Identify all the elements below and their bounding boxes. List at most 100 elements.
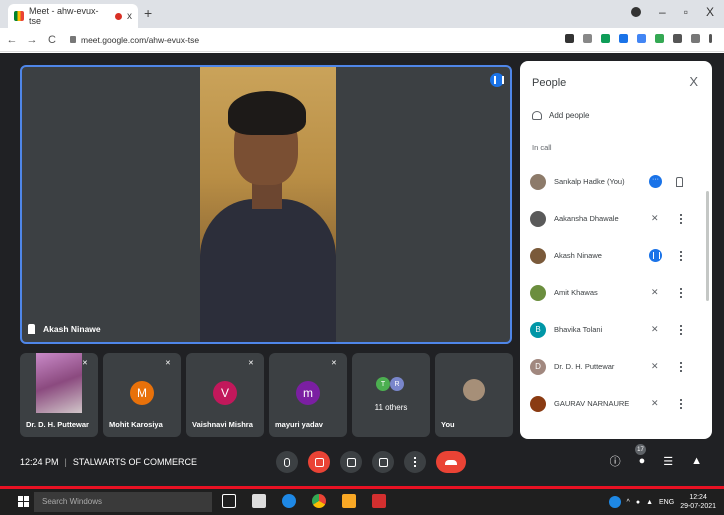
thumbnail-tile[interactable]: ✕ Dr. D. H. Puttewar — [20, 353, 98, 437]
star-icon[interactable] — [583, 34, 592, 43]
thumbnail-name: Dr. D. H. Puttewar — [26, 420, 89, 429]
avatar: D — [530, 358, 546, 375]
panel-scrollbar[interactable] — [706, 191, 709, 301]
participant-name: Sankalp Hadke (You) — [554, 177, 625, 186]
add-people-button[interactable]: Add people — [532, 111, 589, 120]
more-options-icon[interactable] — [680, 324, 682, 335]
restore-button[interactable]: ▫ — [684, 5, 688, 19]
chrome-icon[interactable] — [312, 494, 326, 508]
main-video-tile[interactable]: Akash Ninawe — [20, 65, 512, 344]
participant-photo — [36, 353, 82, 413]
window-controls: – ▫ X — [631, 5, 714, 19]
windows-taskbar: Search Windows ^ ● ▲ ENG 12:24 29-07-202… — [0, 489, 724, 515]
clock-date: 29-07-2021 — [680, 503, 716, 510]
meeting-details: 12:24 PM | STALWARTS OF COMMERCE — [20, 457, 197, 467]
microphone-button[interactable] — [276, 451, 298, 473]
captions-button[interactable] — [340, 451, 362, 473]
others-avatars: T R — [376, 377, 404, 391]
participant-row[interactable]: B Bhavika Tolani ✕ — [520, 311, 704, 348]
avatar: m — [296, 381, 320, 405]
avatar: V — [213, 381, 237, 405]
others-tile[interactable]: T R 11 others — [352, 353, 430, 437]
keyboard-language[interactable]: ENG — [659, 499, 674, 506]
extension-icon[interactable] — [601, 34, 610, 43]
more-options-button[interactable] — [404, 451, 426, 473]
main-tile-name: Akash Ninawe — [43, 324, 101, 334]
participant-row[interactable]: Akash Ninawe — [520, 237, 704, 274]
back-button[interactable]: ← — [4, 34, 20, 46]
extension-icons — [565, 34, 712, 43]
more-options-icon[interactable] — [680, 250, 682, 261]
leave-call-button[interactable] — [436, 451, 466, 473]
avatar-icon[interactable] — [691, 34, 700, 43]
avatar — [530, 173, 546, 190]
forward-button[interactable]: → — [24, 34, 40, 46]
mic-off-icon: ✕ — [248, 360, 254, 367]
more-options-icon[interactable] — [680, 361, 682, 372]
separator: | — [64, 457, 67, 467]
network-icon[interactable]: ● — [636, 499, 640, 506]
participant-count-badge: 17 — [635, 444, 646, 455]
avatar — [463, 379, 485, 401]
url-field[interactable]: meet.google.com/ahw-evux-tse — [70, 35, 199, 45]
close-panel-button[interactable]: X — [689, 74, 698, 89]
speaking-indicator-icon — [649, 249, 662, 262]
taskbar-search[interactable]: Search Windows — [34, 492, 212, 512]
thumbnail-tile[interactable]: ✕ V Vaishnavi Mishra — [186, 353, 264, 437]
new-tab-button[interactable]: + — [144, 5, 152, 21]
chat-button[interactable]: ☰ — [663, 455, 673, 468]
info-button[interactable]: ⓘ — [610, 453, 621, 469]
task-view-icon[interactable] — [222, 494, 236, 508]
tray-chevron-icon[interactable]: ^ — [627, 499, 630, 506]
avatar: B — [530, 321, 546, 338]
meet-favicon-icon — [14, 11, 24, 21]
present-icon — [378, 457, 388, 467]
more-options-icon[interactable] — [680, 398, 682, 409]
extension-icon[interactable] — [637, 34, 646, 43]
file-explorer-icon[interactable] — [342, 494, 356, 508]
thumbnail-strip: ✕ Dr. D. H. Puttewar ✕ M Mohit Karosiya … — [20, 353, 513, 439]
more-options-icon[interactable] — [680, 213, 682, 224]
more-options-icon[interactable] — [680, 287, 682, 298]
recording-dot-icon — [115, 12, 123, 20]
tab-close-icon[interactable]: x — [127, 11, 132, 22]
puzzle-icon[interactable] — [673, 34, 682, 43]
browser-tab[interactable]: Meet - ahw-evux-tse x — [8, 4, 138, 28]
pin-icon[interactable] — [676, 176, 683, 187]
activities-button[interactable]: ▲ — [691, 455, 702, 467]
thumbnail-tile[interactable]: ✕ M Mohit Karosiya — [103, 353, 181, 437]
avatar — [530, 247, 546, 264]
menu-icon[interactable] — [709, 34, 712, 43]
pin-icon[interactable] — [28, 324, 35, 334]
store-icon[interactable] — [252, 494, 266, 508]
more-options-icon[interactable]: ··· — [649, 175, 662, 188]
volume-icon[interactable]: ▲ — [646, 499, 653, 506]
participant-row[interactable]: D Dr. D. H. Puttewar ✕ — [520, 348, 704, 385]
edge-icon[interactable] — [282, 494, 296, 508]
reload-button[interactable]: C — [44, 34, 60, 46]
people-button[interactable]: ● — [639, 455, 646, 467]
extension-icon[interactable] — [619, 34, 628, 43]
meet-area: Akash Ninawe ✕ Dr. D. H. Puttewar ✕ M Mo… — [0, 53, 724, 486]
participant-row[interactable]: Amit Khawas ✕ — [520, 274, 704, 311]
minimize-button[interactable]: – — [659, 5, 666, 19]
camera-icon[interactable] — [565, 34, 574, 43]
screen: Meet - ahw-evux-tse x + – ▫ X ← → C meet… — [0, 0, 724, 515]
window-close-button[interactable]: X — [706, 5, 714, 19]
participant-row[interactable]: GAURAV NARNAURE ✕ — [520, 385, 704, 422]
taskbar-clock[interactable]: 12:24 29-07-2021 — [680, 493, 716, 511]
profile-icon[interactable] — [631, 7, 642, 17]
participant-row[interactable]: Aakansha Dhawale ✕ — [520, 200, 704, 237]
thumbnail-tile[interactable]: ✕ m mayuri yadav — [269, 353, 347, 437]
app-tray-icon[interactable] — [608, 496, 621, 508]
camera-off-button[interactable] — [308, 451, 330, 473]
people-panel: People X Add people In call Sankalp Hadk… — [520, 61, 712, 439]
self-tile[interactable]: You — [435, 353, 513, 437]
microphone-icon — [284, 457, 290, 467]
meeting-time: 12:24 PM — [20, 457, 59, 467]
participant-row[interactable]: Sankalp Hadke (You) ··· — [520, 163, 704, 200]
windows-start-icon[interactable] — [18, 496, 29, 507]
present-button[interactable] — [372, 451, 394, 473]
extension-icon[interactable] — [655, 34, 664, 43]
pdf-reader-icon[interactable] — [372, 494, 386, 508]
